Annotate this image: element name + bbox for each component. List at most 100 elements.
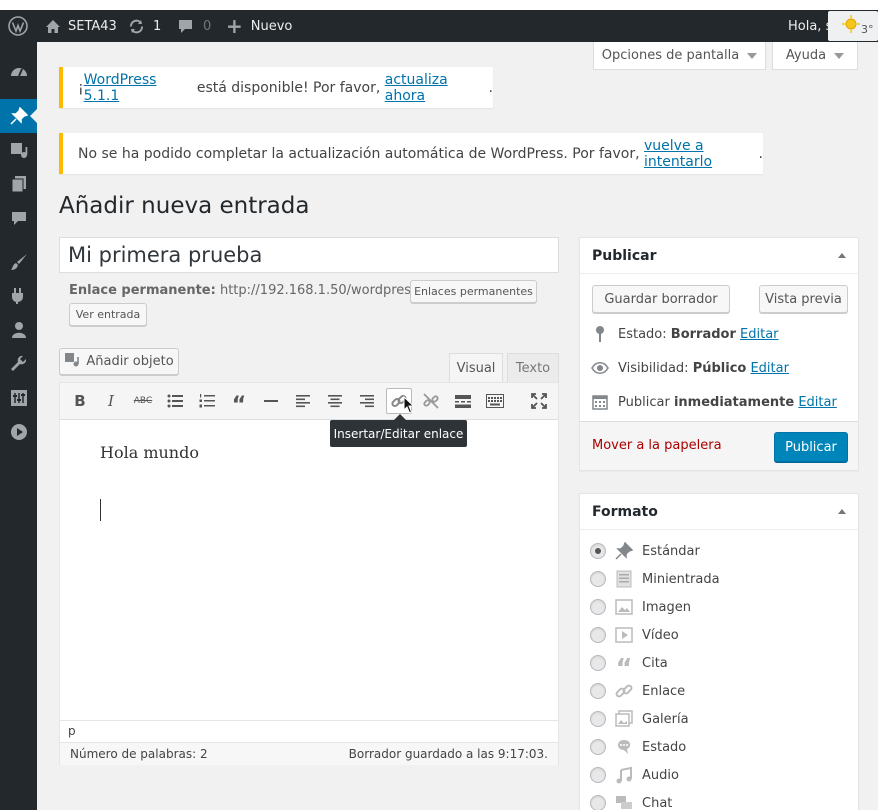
format-radio[interactable] bbox=[590, 655, 606, 671]
site-name-link[interactable]: SETA43 bbox=[45, 10, 117, 42]
wordpress-version-link[interactable]: WordPress 5.1.1 bbox=[84, 72, 193, 104]
toolbar-toggle-icon[interactable] bbox=[482, 388, 508, 414]
blockquote-icon[interactable]: “ bbox=[226, 388, 252, 418]
tooltip-text: Insertar/Editar enlace bbox=[333, 426, 464, 441]
format-option-image[interactable]: Imagen bbox=[590, 597, 691, 617]
format-radio[interactable] bbox=[590, 711, 606, 727]
format-radio[interactable] bbox=[590, 543, 606, 559]
save-draft-button[interactable]: Guardar borrador bbox=[592, 285, 730, 313]
editor-path-bar: p bbox=[60, 720, 558, 744]
format-option-quote[interactable]: “ Cita bbox=[590, 653, 668, 684]
align-right-icon[interactable] bbox=[354, 388, 380, 414]
collapse-play-icon[interactable] bbox=[0, 415, 37, 449]
italic-icon[interactable]: I bbox=[98, 388, 124, 414]
add-media-button[interactable]: Añadir objeto bbox=[59, 348, 179, 375]
bold-icon[interactable]: B bbox=[67, 388, 93, 414]
chat-bubbles-icon bbox=[614, 793, 634, 810]
pin-icon bbox=[614, 541, 634, 561]
status-value: Borrador bbox=[670, 326, 736, 342]
publish-button[interactable]: Publicar bbox=[774, 432, 848, 462]
format-option-label: Imagen bbox=[642, 599, 691, 615]
format-option-audio[interactable]: Audio bbox=[590, 765, 679, 785]
format-option-label: Chat bbox=[642, 795, 673, 810]
publish-box-header[interactable]: Publicar bbox=[580, 238, 858, 274]
updates-link[interactable]: 1 bbox=[128, 10, 161, 42]
format-radio[interactable] bbox=[590, 599, 606, 615]
edit-status-link[interactable]: Editar bbox=[740, 327, 779, 342]
preview-label: Vista previa bbox=[765, 291, 842, 307]
format-radio[interactable] bbox=[590, 739, 606, 755]
schedule-value: inmediatamente bbox=[673, 394, 795, 410]
bulleted-list-icon[interactable] bbox=[162, 388, 188, 414]
admin-bar: SETA43 1 0 + Nuevo Hola, s 3° bbox=[0, 10, 878, 42]
status-label: Estado: bbox=[618, 326, 667, 342]
fullscreen-icon[interactable] bbox=[526, 388, 552, 414]
move-to-trash-link[interactable]: Mover a la papelera bbox=[592, 438, 722, 453]
schedule-label: Publicar bbox=[618, 394, 670, 410]
read-more-icon[interactable] bbox=[450, 388, 476, 414]
image-icon bbox=[614, 597, 634, 617]
save-draft-label: Guardar borrador bbox=[604, 291, 718, 307]
notice-text: No se ha podido completar la actualizaci… bbox=[78, 145, 645, 162]
users-icon[interactable] bbox=[0, 313, 37, 347]
tools-wrench-icon[interactable] bbox=[0, 347, 37, 381]
strikethrough-icon[interactable]: ABC bbox=[130, 388, 156, 414]
weather-widget: 3° bbox=[828, 11, 878, 41]
format-radio[interactable] bbox=[590, 571, 606, 587]
tab-text[interactable]: Texto bbox=[507, 353, 559, 382]
format-option-video[interactable]: Vídeo bbox=[590, 625, 679, 645]
dashboard-icon[interactable] bbox=[0, 55, 37, 89]
schedule-row: Publicar inmediatamente Editar bbox=[590, 392, 837, 412]
word-count-bar: Número de palabras: 2 Borrador guardado … bbox=[60, 742, 558, 765]
format-option-link[interactable]: Enlace bbox=[590, 681, 685, 701]
horizontal-line-icon[interactable] bbox=[258, 388, 284, 414]
settings-sliders-icon[interactable] bbox=[0, 381, 37, 415]
permalink-row: Enlace permanente: http://192.168.1.50/w… bbox=[69, 283, 457, 298]
format-option-aside[interactable]: Minientrada bbox=[590, 569, 720, 589]
plus-icon: + bbox=[226, 14, 243, 38]
format-option-standard[interactable]: Estándar bbox=[590, 541, 700, 561]
format-radio[interactable] bbox=[590, 767, 606, 783]
page-title: Añadir nueva entrada bbox=[59, 193, 310, 219]
wordpress-logo-icon[interactable] bbox=[8, 10, 28, 42]
try-again-link[interactable]: vuelve a intentarlo bbox=[644, 138, 759, 170]
account-greeting[interactable]: Hola, s bbox=[788, 10, 832, 42]
publish-box: Publicar Guardar borrador Vista previa E… bbox=[579, 237, 859, 471]
plugins-icon[interactable] bbox=[0, 279, 37, 313]
media-icon[interactable] bbox=[0, 133, 37, 167]
format-box-header[interactable]: Formato bbox=[580, 494, 858, 530]
format-option-status[interactable]: Estado bbox=[590, 737, 686, 757]
edit-schedule-link[interactable]: Editar bbox=[798, 395, 837, 410]
help-button[interactable]: Ayuda bbox=[772, 42, 858, 70]
collapse-arrow-icon[interactable] bbox=[838, 253, 846, 258]
pages-icon[interactable] bbox=[0, 167, 37, 201]
format-option-gallery[interactable]: Galería bbox=[590, 709, 689, 729]
comments-menu-icon[interactable] bbox=[0, 201, 37, 235]
new-label: Nuevo bbox=[250, 18, 293, 34]
screen-options-button[interactable]: Opciones de pantalla bbox=[593, 42, 766, 70]
collapse-arrow-icon[interactable] bbox=[838, 509, 846, 514]
aside-document-icon bbox=[614, 569, 634, 589]
align-left-icon[interactable] bbox=[290, 388, 316, 414]
format-radio[interactable] bbox=[590, 683, 606, 699]
post-title-input[interactable]: Mi primera prueba bbox=[59, 237, 559, 273]
autosave-status: Borrador guardado a las 9:17:03. bbox=[348, 747, 548, 761]
tab-visual[interactable]: Visual bbox=[449, 353, 503, 382]
view-post-button[interactable]: Ver entrada bbox=[69, 303, 147, 326]
format-option-chat[interactable]: Chat bbox=[590, 793, 672, 810]
update-now-link[interactable]: actualiza ahora bbox=[385, 72, 489, 104]
permalinks-button[interactable]: Enlaces permanentes bbox=[410, 280, 537, 303]
eye-icon bbox=[590, 358, 610, 378]
appearance-brush-icon[interactable] bbox=[0, 245, 37, 279]
preview-button[interactable]: Vista previa bbox=[759, 285, 848, 313]
format-radio[interactable] bbox=[590, 795, 606, 810]
posts-pin-icon[interactable] bbox=[0, 99, 37, 133]
new-content-link[interactable]: + Nuevo bbox=[226, 10, 292, 42]
unlink-icon[interactable] bbox=[418, 388, 444, 414]
comments-link[interactable]: 0 bbox=[177, 10, 211, 42]
editor-content[interactable]: Hola mundo bbox=[100, 443, 199, 462]
edit-visibility-link[interactable]: Editar bbox=[750, 361, 789, 376]
format-radio[interactable] bbox=[590, 627, 606, 643]
numbered-list-icon[interactable] bbox=[194, 388, 220, 414]
align-center-icon[interactable] bbox=[322, 388, 348, 414]
